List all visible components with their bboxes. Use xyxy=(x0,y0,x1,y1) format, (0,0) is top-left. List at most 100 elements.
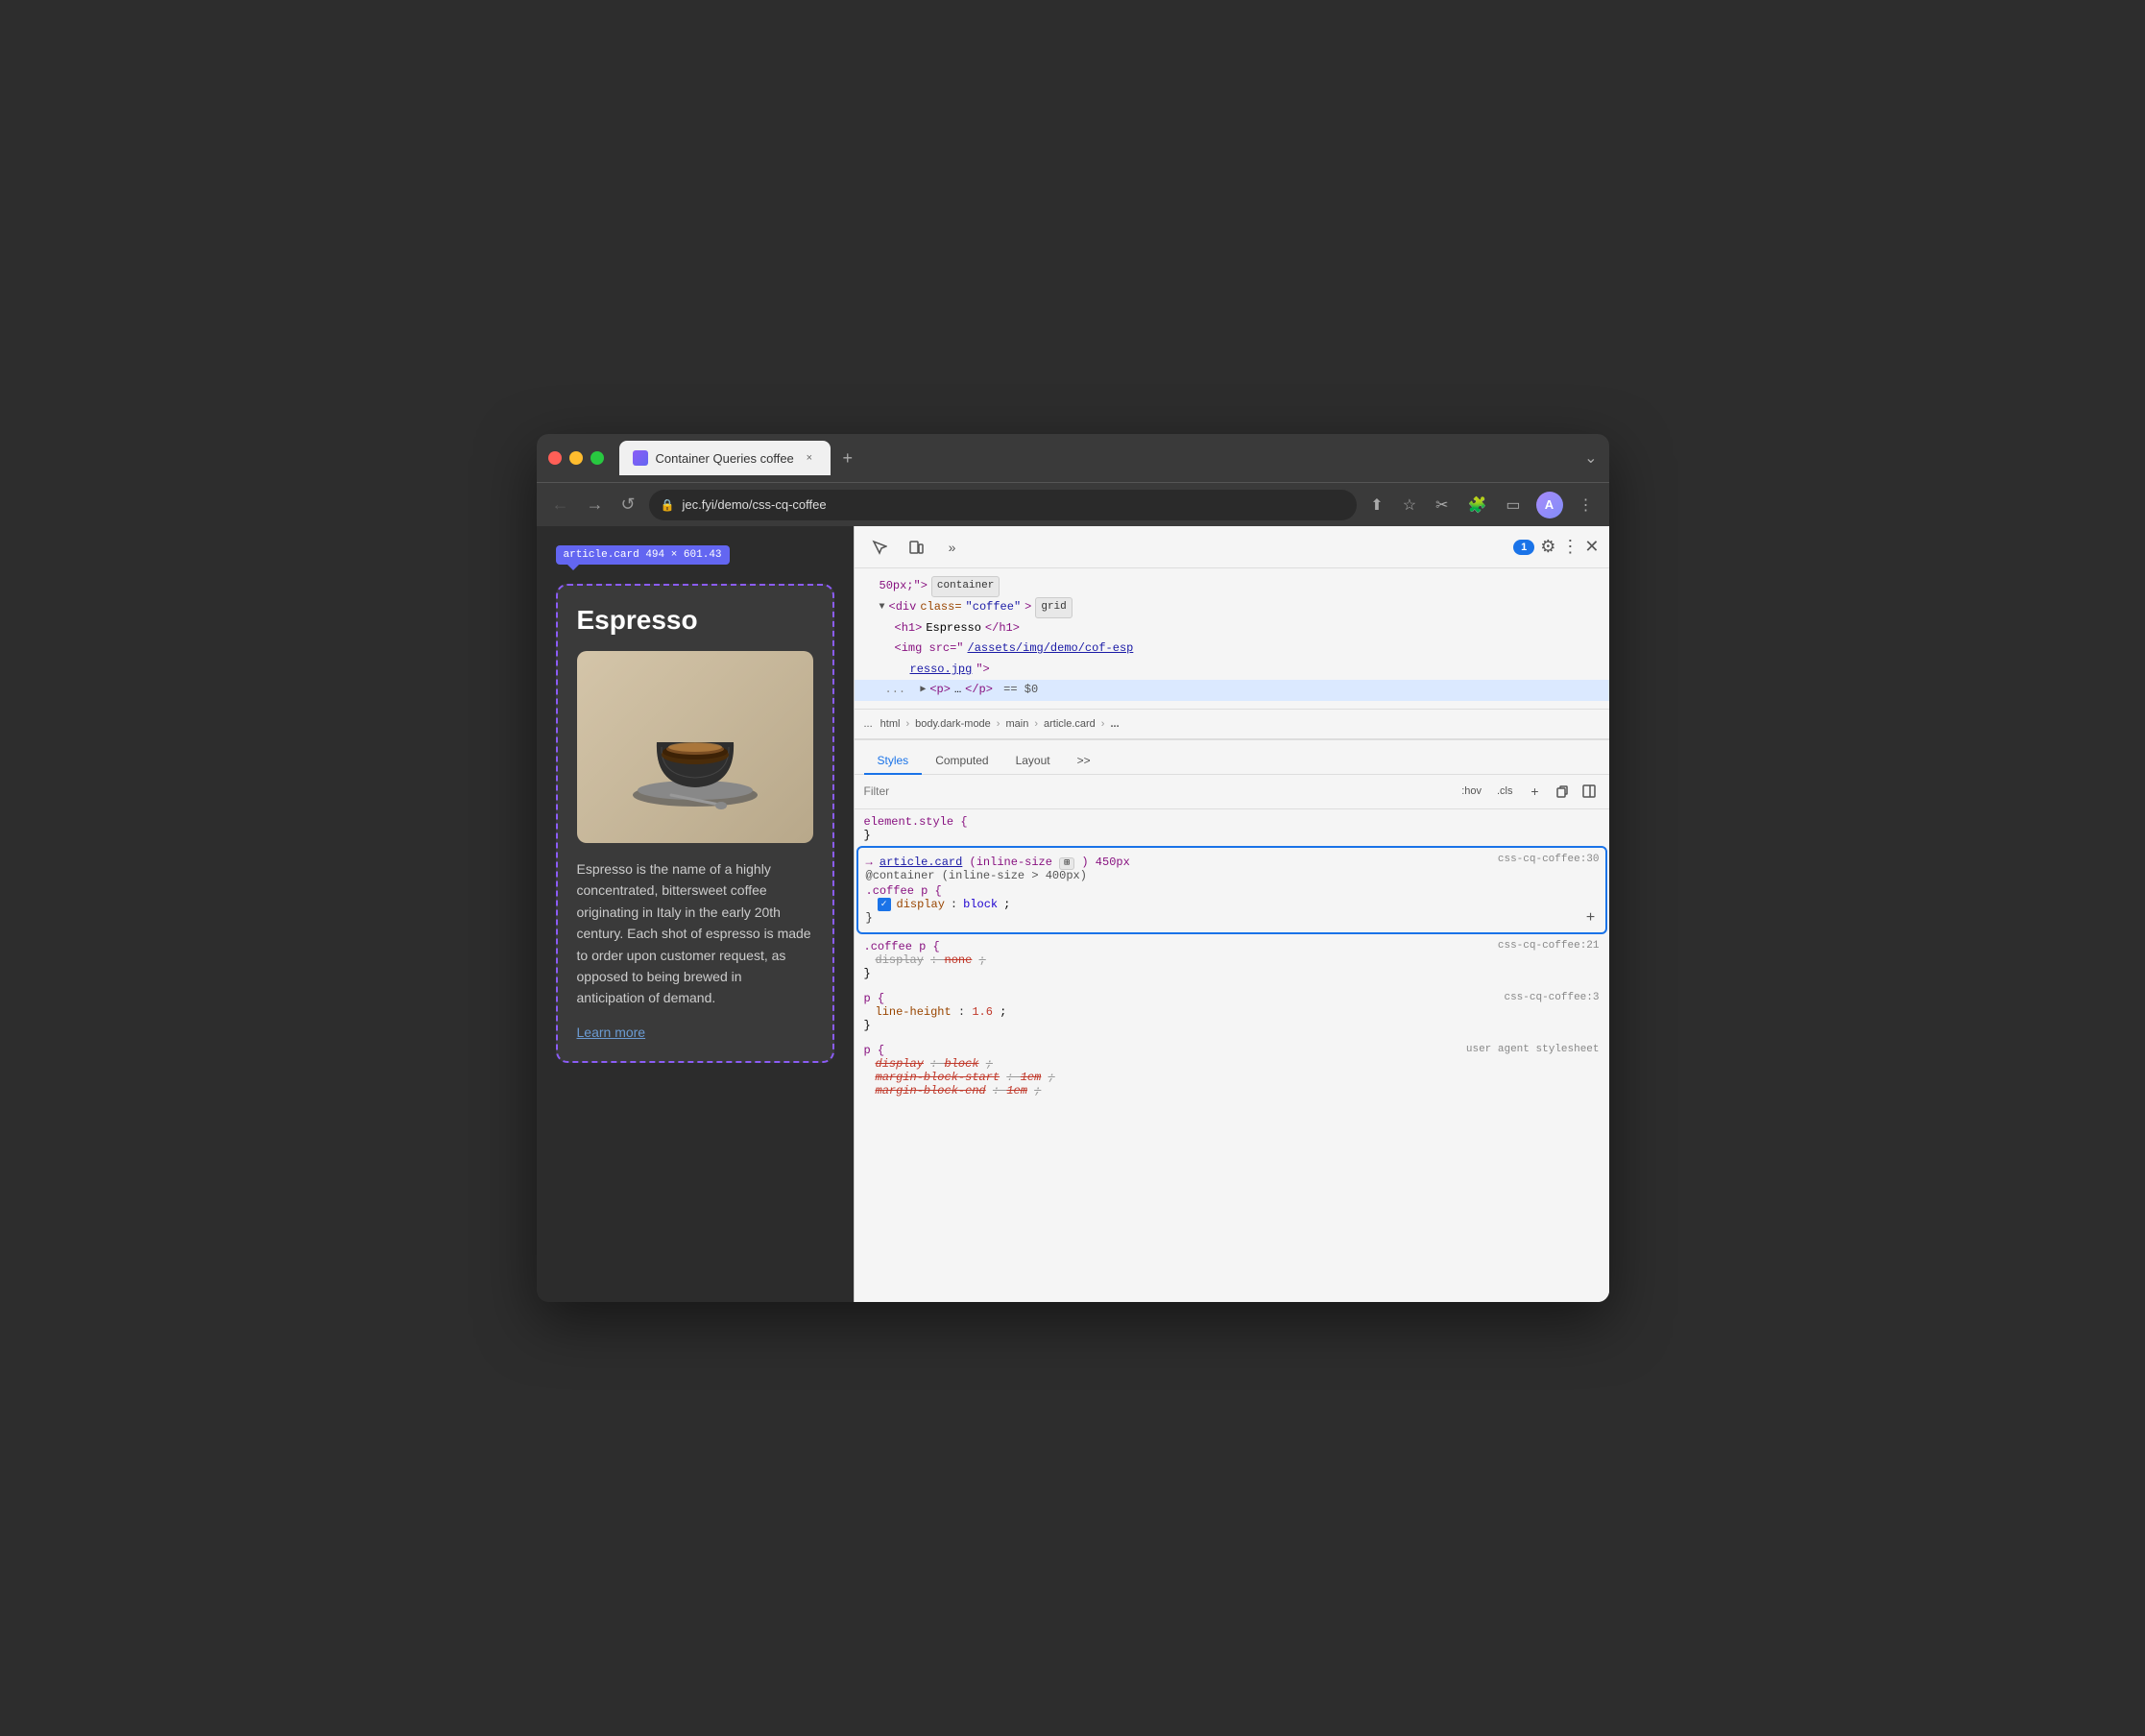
back-button[interactable]: ← xyxy=(548,491,573,518)
tab-title: Container Queries coffee xyxy=(656,451,794,466)
minimize-traffic-light[interactable] xyxy=(569,451,583,465)
card-description: Espresso is the name of a highly concent… xyxy=(577,858,813,1009)
share-icon[interactable]: ⬆ xyxy=(1366,492,1386,518)
styles-tabs: Styles Computed Layout >> xyxy=(855,740,1609,775)
container-rule: @container (inline-size > 400px) xyxy=(866,869,1598,882)
active-tab[interactable]: Container Queries coffee × xyxy=(619,441,831,475)
coffee-p-none-selector: .coffee p { xyxy=(864,940,940,953)
tab-computed[interactable]: Computed xyxy=(922,748,1001,775)
forward-button[interactable]: → xyxy=(583,491,608,518)
copy-styles-button[interactable] xyxy=(1552,781,1573,802)
window-chevron: ⌄ xyxy=(1584,448,1597,468)
devtools-panel: » 1 ⚙ ⋮ ✕ 50px;"> container ▼ <div class… xyxy=(854,526,1609,1302)
card-title: Espresso xyxy=(577,605,813,636)
tab-close-button[interactable]: × xyxy=(802,450,817,466)
webpage-preview: article.card 494 × 601.43 Espresso xyxy=(537,526,854,1302)
copy-icon xyxy=(1555,784,1569,798)
url-bar[interactable]: 🔒 jec.fyi/demo/css-cq-coffee xyxy=(649,490,1358,520)
tab-layout[interactable]: Layout xyxy=(1002,748,1064,775)
sidebar-icon[interactable]: ▭ xyxy=(1502,492,1524,518)
breadcrumb-ellipsis[interactable]: ... xyxy=(1106,716,1122,732)
dom-line-2: ▼ <div class= "coffee" > grid xyxy=(864,597,1600,618)
dom-line-4b: resso.jpg "> xyxy=(864,660,1600,681)
article-card-selector-link[interactable]: article.card xyxy=(880,856,962,869)
maximize-traffic-light[interactable] xyxy=(590,451,604,465)
bookmark-icon[interactable]: ☆ xyxy=(1399,492,1420,518)
dom-line-1: 50px;"> container xyxy=(864,576,1600,597)
add-style-rule-button[interactable]: + xyxy=(1525,781,1546,802)
breadcrumb-more[interactable]: ... xyxy=(864,718,873,730)
cut-icon[interactable]: ✂ xyxy=(1432,492,1452,518)
refresh-button[interactable]: ↺ xyxy=(617,491,639,518)
title-bar: Container Queries coffee × + ⌄ xyxy=(537,434,1609,482)
file-reference-1: css-cq-coffee:30 xyxy=(1498,854,1600,865)
breadcrumb-main[interactable]: main xyxy=(1001,716,1032,732)
inspect-icon xyxy=(872,540,887,555)
p-user-agent-rule: p { user agent stylesheet display : bloc… xyxy=(864,1044,1600,1097)
p-lineheight-rule: p { css-cq-coffee:3 line-height : 1.6 ; … xyxy=(864,992,1600,1032)
coffee-p-selector: .coffee p { xyxy=(866,884,1598,898)
more-options-icon[interactable]: ⋮ xyxy=(1561,537,1579,557)
element-style-selector: element.style { xyxy=(864,815,968,829)
p-user-agent-body: display : block ; margin-block-start : 1… xyxy=(876,1057,1600,1097)
styles-content: element.style { } → article.card (inline… xyxy=(855,809,1609,1302)
p-lineheight-body: line-height : 1.6 ; xyxy=(876,1005,1600,1019)
inspect-element-button[interactable] xyxy=(864,532,895,563)
tab-more[interactable]: >> xyxy=(1064,748,1104,775)
dom-breadcrumbs: ... html › body.dark-mode › main › artic… xyxy=(855,710,1609,740)
tab-area: Container Queries coffee × + xyxy=(619,441,1578,475)
devtools-close-button[interactable]: ✕ xyxy=(1584,537,1599,557)
breadcrumb-article[interactable]: article.card xyxy=(1040,716,1099,732)
dom-line-4: <img src=" /assets/img/demo/cof-esp xyxy=(864,639,1600,660)
styles-filter-bar: :hov .cls + xyxy=(855,775,1609,809)
new-tab-button[interactable]: + xyxy=(834,445,861,471)
pseudo-states-button[interactable]: :hov xyxy=(1458,784,1485,799)
more-menu-icon[interactable]: ⋮ xyxy=(1575,492,1598,518)
coffee-p-none-rule: .coffee p { css-cq-coffee:21 display : n… xyxy=(864,940,1600,980)
coffee-cup-illustration xyxy=(618,670,772,824)
breadcrumb-body[interactable]: body.dark-mode xyxy=(911,716,995,732)
tab-styles[interactable]: Styles xyxy=(864,748,923,775)
browser-window: Container Queries coffee × + ⌄ ← → ↺ 🔒 j… xyxy=(537,434,1609,1302)
coffee-p-none-body: display : none ; xyxy=(876,953,1600,967)
article-card-style-rule: → article.card (inline-size ⊞ ) 450px @c… xyxy=(856,846,1607,934)
chevron-more-button[interactable]: » xyxy=(937,532,968,563)
learn-more-link[interactable]: Learn more xyxy=(577,1025,646,1040)
device-icon xyxy=(908,540,924,555)
styles-filter-input[interactable] xyxy=(864,784,1451,798)
device-toggle-button[interactable] xyxy=(901,532,931,563)
lock-icon: 🔒 xyxy=(661,498,675,512)
file-reference-2: css-cq-coffee:21 xyxy=(1498,940,1600,953)
dom-line-3: <h1> Espresso </h1> xyxy=(864,618,1600,639)
highlighted-style-body: ✓ display : block ; xyxy=(878,898,1598,911)
address-bar: ← → ↺ 🔒 jec.fyi/demo/css-cq-coffee ⬆ ☆ ✂… xyxy=(537,482,1609,526)
filter-icons: + xyxy=(1525,781,1600,802)
url-text: jec.fyi/demo/css-cq-coffee xyxy=(683,497,827,512)
toggle-sidebar-button[interactable] xyxy=(1579,781,1600,802)
p-user-agent-selector: p { xyxy=(864,1044,885,1057)
user-agent-label: user agent stylesheet xyxy=(1466,1044,1600,1057)
settings-icon[interactable]: ⚙ xyxy=(1540,537,1555,557)
coffee-image xyxy=(577,651,813,843)
element-tooltip: article.card 494 × 601.43 xyxy=(556,545,730,565)
display-block-checkbox[interactable]: ✓ xyxy=(878,898,891,911)
user-avatar[interactable]: A xyxy=(1536,492,1563,518)
main-area: article.card 494 × 601.43 Espresso xyxy=(537,526,1609,1302)
dom-line-5-selected[interactable]: ... ▶ <p> … </p> == $0 xyxy=(855,680,1609,701)
notification-badge: 1 xyxy=(1513,540,1534,555)
breadcrumb-html[interactable]: html xyxy=(877,716,904,732)
tab-favicon-icon xyxy=(633,450,648,466)
extension-icon[interactable]: 🧩 xyxy=(1463,492,1490,518)
traffic-lights xyxy=(548,451,604,465)
file-reference-3: css-cq-coffee:3 xyxy=(1504,992,1599,1005)
close-traffic-light[interactable] xyxy=(548,451,562,465)
article-card: Espresso xyxy=(556,584,834,1063)
p-selector: p { xyxy=(864,992,885,1005)
devtools-toolbar: » 1 ⚙ ⋮ ✕ xyxy=(855,526,1609,568)
add-property-button[interactable]: + xyxy=(1582,909,1600,927)
element-style-rule: element.style { } xyxy=(864,815,1600,842)
layout-icon xyxy=(1582,784,1596,798)
toolbar-icons: ⬆ ☆ ✂ 🧩 ▭ A ⋮ xyxy=(1366,492,1597,518)
cls-button[interactable]: .cls xyxy=(1493,784,1517,799)
dom-inspector: 50px;"> container ▼ <div class= "coffee"… xyxy=(855,568,1609,710)
